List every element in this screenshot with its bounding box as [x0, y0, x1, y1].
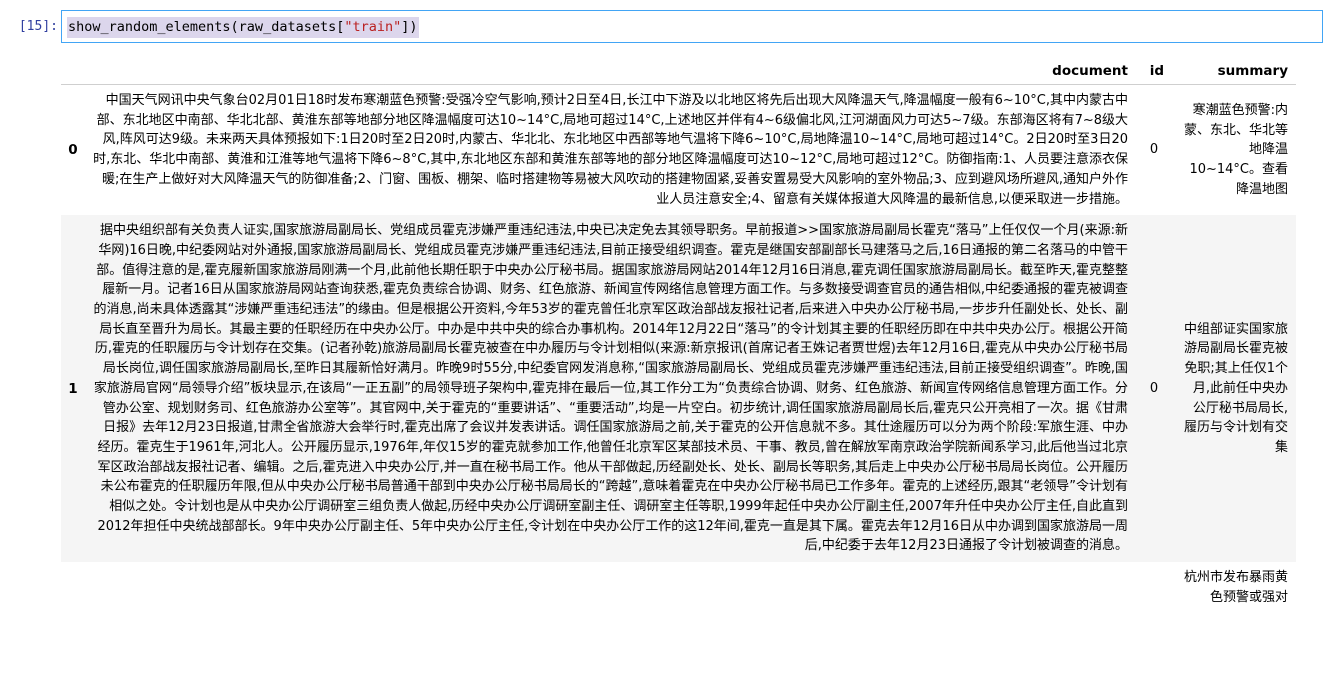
dataframe-table: document id summary 0 中国天气网讯中央气象台02月01日1…: [61, 58, 1296, 614]
code-func: show_random_elements(raw_datasets[: [68, 19, 345, 35]
summary-cell: 寒潮蓝色预警:内蒙、东北、华北等地降温10~14°C。查看降温地图: [1183, 102, 1288, 197]
summary-header: summary: [1172, 58, 1296, 85]
table-header-row: document id summary: [61, 58, 1296, 85]
id-cell: [1136, 562, 1172, 613]
row-index: 0: [68, 142, 78, 159]
code-end: ]): [401, 19, 418, 35]
code-text: show_random_elements(raw_datasets["train…: [67, 17, 419, 38]
cell-prompt: [15]:: [18, 19, 58, 34]
table-row: 1 据中央组织部有关负责人证实,国家旅游局副局长、党组成员霍克涉嫌严重违纪违法,…: [61, 215, 1296, 563]
document-header: document: [85, 58, 1136, 85]
id-header: id: [1136, 58, 1172, 85]
summary-cell: 杭州市发布暴雨黄色预警或强对: [1183, 570, 1288, 605]
table-row: 0 中国天气网讯中央气象台02月01日18时发布寒潮蓝色预警:受强冷空气影响,预…: [61, 85, 1296, 216]
document-cell: 据中央组织部有关负责人证实,国家旅游局副局长、党组成员霍克涉嫌严重违纪违法,中央…: [85, 215, 1136, 563]
id-cell: 0: [1136, 215, 1172, 563]
row-index: 1: [61, 215, 85, 563]
document-cell: [85, 562, 1136, 613]
code-cell-input[interactable]: show_random_elements(raw_datasets["train…: [61, 10, 1323, 43]
code-string: "train": [344, 19, 402, 35]
row-index: [61, 562, 85, 613]
document-cell: 中国天气网讯中央气象台02月01日18时发布寒潮蓝色预警:受强冷空气影响,预计2…: [93, 93, 1128, 207]
index-header: [61, 58, 85, 85]
id-cell: 0: [1149, 142, 1159, 158]
cell-output: document id summary 0 中国天气网讯中央气象台02月01日1…: [61, 58, 1301, 614]
table-row: 杭州市发布暴雨黄色预警或强对: [61, 562, 1296, 613]
summary-cell: 中组部证实国家旅游局副局长霍克被免职;其上任仅1个月,此前任中央办公厅秘书局局长…: [1172, 215, 1296, 563]
